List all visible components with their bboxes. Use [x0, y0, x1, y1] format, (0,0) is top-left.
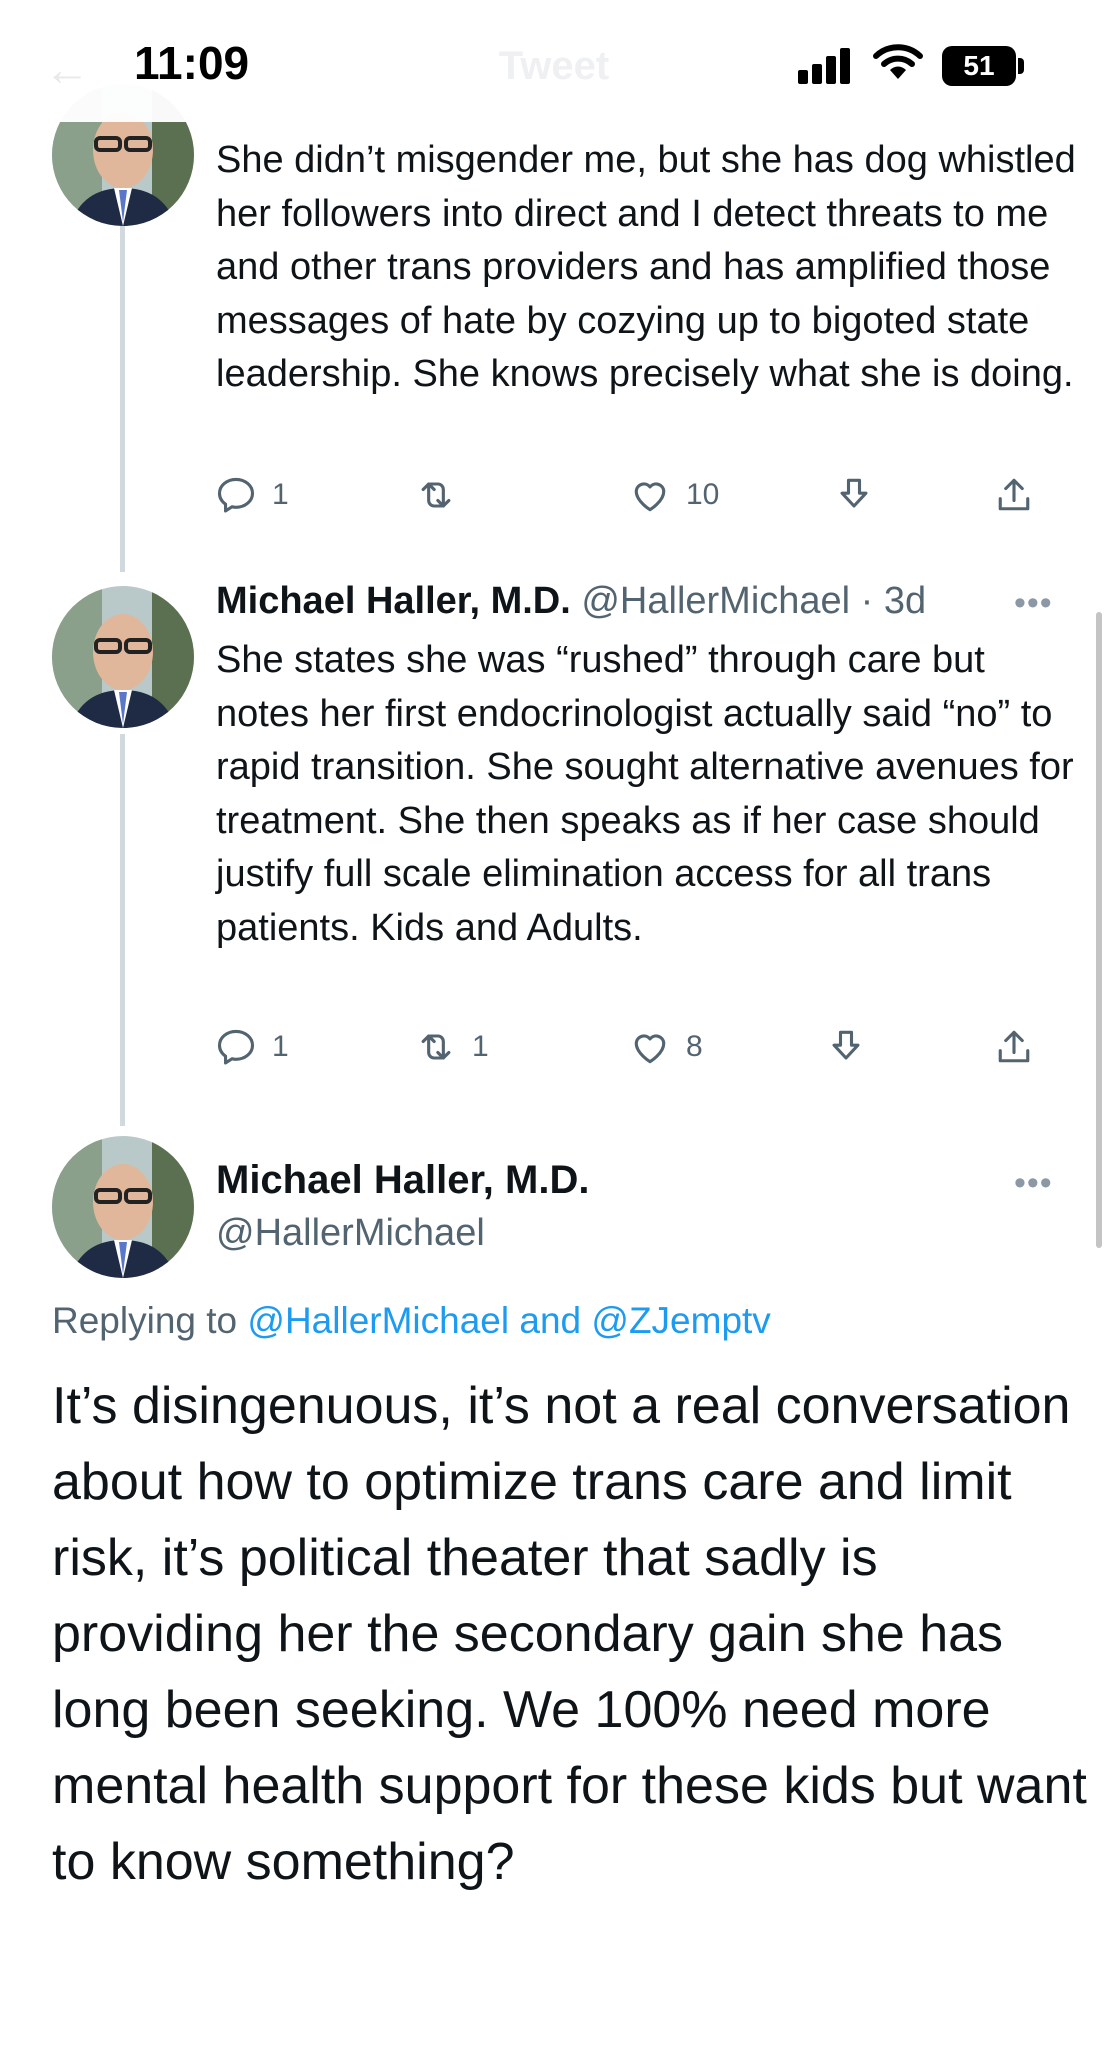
status-bar: ← Tweet 11:09 51	[0, 0, 1108, 122]
replying-and: and	[519, 1300, 582, 1341]
more-options-icon[interactable]: •••	[1014, 584, 1053, 623]
share-icon	[998, 1030, 1030, 1063]
reply-count: 1	[272, 478, 289, 511]
tweet-actions: 1 1 8	[214, 1022, 1054, 1072]
replying-to: Replying to @HallerMichael and @ZJemptv	[52, 1300, 771, 1342]
battery-icon: 51	[942, 46, 1016, 86]
reply-count: 1	[272, 1030, 289, 1063]
author-name: Michael Haller, M.D.	[216, 580, 571, 622]
like-button[interactable]: 8	[628, 1022, 703, 1072]
tweet-actions: 1 10	[214, 470, 1054, 520]
share-button[interactable]	[992, 1022, 1036, 1072]
reply-icon	[217, 1029, 255, 1065]
reply-icon	[217, 477, 255, 513]
reply-button[interactable]: 1	[214, 470, 289, 520]
replying-prefix: Replying to	[52, 1300, 238, 1341]
retweet-count: 1	[472, 1030, 489, 1063]
download-arrow-icon	[840, 478, 868, 508]
thread-line	[120, 226, 125, 572]
download-button[interactable]	[832, 470, 876, 520]
wifi-icon	[873, 44, 923, 79]
share-button[interactable]	[992, 470, 1036, 520]
main-author-handle[interactable]: @HallerMichael	[216, 1212, 485, 1255]
tweet-text: She didn’t misgender me, but she has dog…	[216, 139, 1076, 395]
author-handle-time: @HallerMichael · 3d	[581, 580, 927, 622]
retweet-button[interactable]: 1	[414, 1022, 489, 1072]
avatar[interactable]	[52, 586, 194, 728]
avatar[interactable]	[52, 1136, 194, 1278]
main-tweet-text: It’s disingenuous, it’s not a real conve…	[52, 1377, 1087, 1891]
signal-icon	[798, 44, 858, 84]
reply-button[interactable]: 1	[214, 1022, 289, 1072]
main-author-name[interactable]: Michael Haller, M.D.	[216, 1158, 589, 1203]
retweet-icon	[421, 482, 451, 508]
retweet-icon	[421, 1034, 451, 1060]
battery-tip	[1018, 58, 1024, 74]
download-button[interactable]	[824, 1022, 868, 1072]
retweet-button[interactable]	[414, 470, 472, 520]
replying-user-link[interactable]: @HallerMichael	[247, 1300, 509, 1341]
like-button[interactable]: 10	[628, 470, 719, 520]
tweet-author-line[interactable]: Michael Haller, M.D. @HallerMichael · 3d	[216, 580, 926, 623]
replying-user-link[interactable]: @ZJemptv	[591, 1300, 770, 1341]
share-icon	[998, 478, 1030, 511]
download-arrow-icon	[832, 1030, 860, 1060]
like-count: 10	[686, 478, 720, 511]
status-time: 11:09	[134, 37, 250, 89]
scrollbar[interactable]	[1096, 612, 1102, 1248]
thread-line	[120, 734, 125, 1126]
heart-icon	[634, 1034, 666, 1064]
heart-icon	[634, 482, 666, 512]
more-options-icon[interactable]: •••	[1014, 1164, 1053, 1203]
like-count: 8	[686, 1030, 703, 1063]
tweet-text: She states she was “rushed” through care…	[216, 639, 1074, 949]
